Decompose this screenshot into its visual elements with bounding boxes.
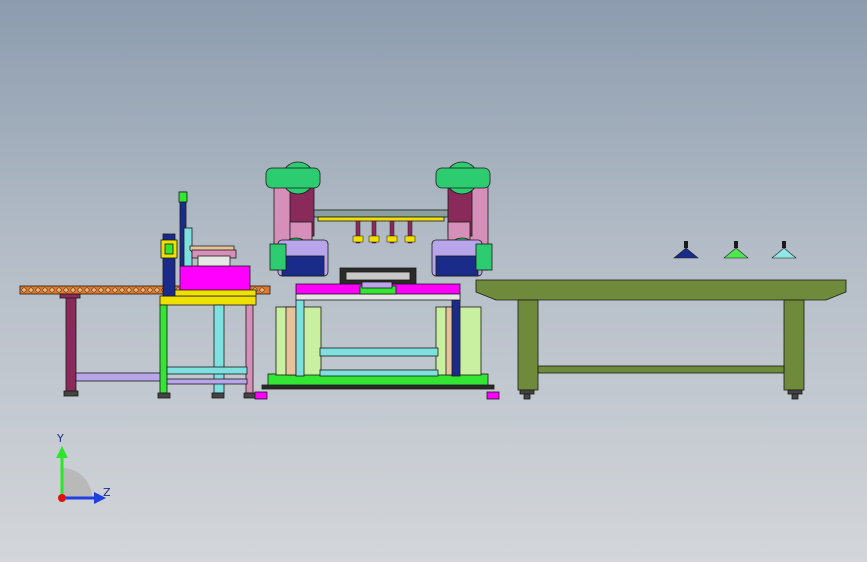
conveyor-roller: [126, 287, 132, 293]
output-table-top: [475, 279, 847, 301]
conveyor-roller: [21, 287, 27, 293]
gripper-head: [368, 235, 380, 243]
overhead-beam: [311, 209, 449, 218]
gripper-head: [352, 235, 364, 243]
triad-quadrant: [62, 468, 92, 498]
conveyor-roller: [140, 287, 146, 293]
conveyor-roller: [77, 287, 83, 293]
conveyor-roller: [119, 287, 125, 293]
y-axis-label: Y: [56, 432, 64, 445]
marker-navy: [673, 241, 699, 259]
conveyor-roller: [56, 287, 62, 293]
robot-cell: [254, 161, 500, 400]
output-table: [475, 279, 847, 400]
markers: [673, 241, 797, 259]
conveyor-roller: [35, 287, 41, 293]
conveyor-roller: [63, 287, 69, 293]
gripper-head: [386, 235, 398, 243]
conveyor-roller: [70, 287, 76, 293]
conveyor-roller: [133, 287, 139, 293]
loading-station: [157, 191, 257, 399]
conveyor-roller: [154, 287, 160, 293]
conveyor-roller: [28, 287, 34, 293]
conveyor-roller: [259, 287, 265, 293]
z-axis-label: Z: [103, 486, 111, 499]
conveyor-roller: [98, 287, 104, 293]
conveyor-foot: [63, 390, 79, 397]
conveyor-roller: [105, 287, 111, 293]
conveyor-roller: [112, 287, 118, 293]
triad-origin: [58, 494, 66, 502]
conveyor-leg: [65, 296, 77, 392]
gripper-head: [404, 235, 416, 243]
conveyor-roller: [147, 287, 153, 293]
conveyor-roller: [84, 287, 90, 293]
marker-cyan: [771, 241, 797, 259]
orientation-triad[interactable]: Y Z: [56, 432, 111, 504]
marker-green: [723, 241, 749, 259]
conveyor-roller: [49, 287, 55, 293]
conveyor-crossbar: [75, 372, 162, 382]
conveyor-roller: [91, 287, 97, 293]
cad-viewport[interactable]: Y Z: [0, 0, 867, 562]
loading-table-top: [159, 295, 257, 306]
conveyor-roller: [42, 287, 48, 293]
